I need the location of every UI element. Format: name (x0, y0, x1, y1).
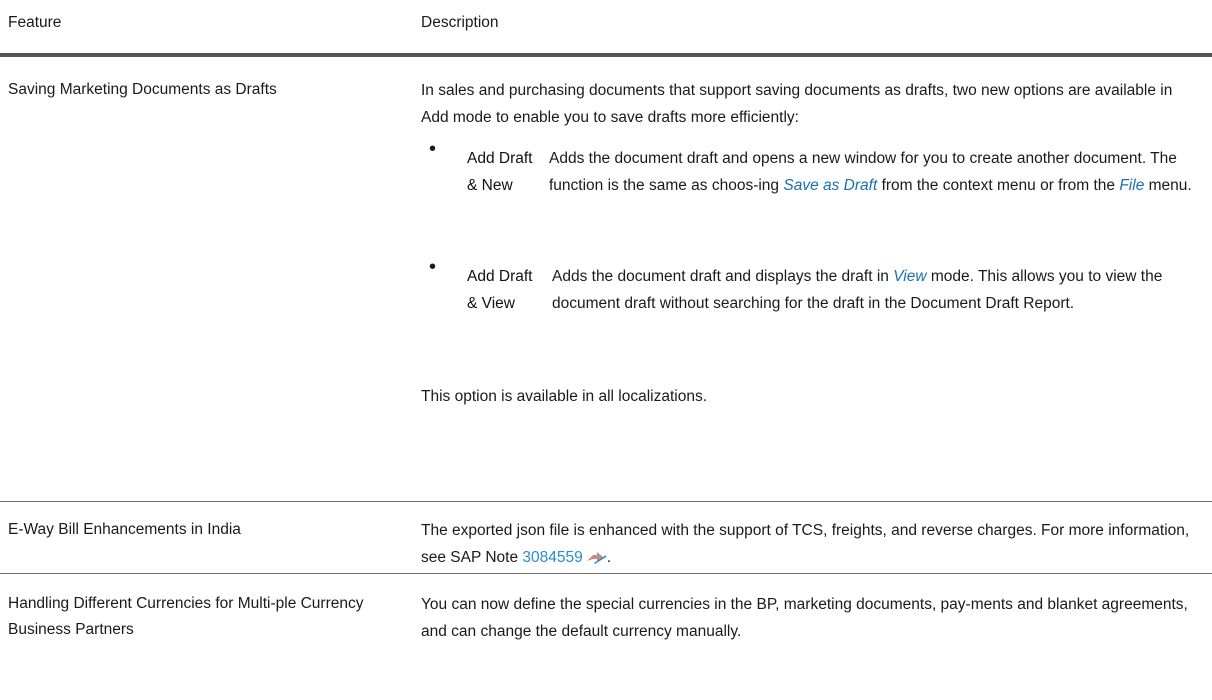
option-description: Adds the document draft and opens a new … (549, 145, 1199, 199)
note-text: This option is available in all localiza… (421, 388, 708, 405)
ui-term-file: File (1119, 177, 1145, 194)
bullet-icon: • (429, 138, 437, 160)
description-cell: You can now define the special currencie… (421, 596, 1188, 640)
description-text: . (606, 549, 612, 566)
option-text: from the context menu or from the (877, 177, 1120, 194)
description-cell: The exported json file is enhanced with … (421, 517, 1201, 571)
option-term: Add Draft & View (467, 268, 533, 312)
option-text: menu. (1144, 177, 1192, 194)
options-list: • Add Draft & New Adds the document draf… (421, 139, 1202, 383)
ui-term-view: View (893, 268, 927, 285)
table-header: Feature Description (0, 0, 1212, 57)
ui-term-save-as-draft: Save as Draft (783, 177, 878, 194)
external-link-icon[interactable] (585, 551, 607, 565)
feature-cell: E-Way Bill Enhancements in India (8, 521, 241, 538)
table-row: E-Way Bill Enhancements in India The exp… (0, 502, 1212, 574)
feature-cell: Saving Marketing Documents as Drafts (8, 81, 277, 98)
table-row: Handling Different Currencies for Multi-… (0, 574, 1212, 700)
header-feature: Feature (8, 14, 62, 31)
description-cell: In sales and purchasing documents that s… (421, 77, 1201, 410)
sap-note-link[interactable]: 3084559 (522, 549, 582, 566)
intro-text: In sales and purchasing documents that s… (421, 82, 1173, 126)
option-description: Adds the document draft and displays the… (552, 263, 1202, 317)
header-description: Description (421, 14, 499, 31)
option-text: Adds the document draft and displays the… (552, 268, 894, 285)
feature-table: Feature Description Saving Marketing Doc… (0, 0, 1212, 700)
list-item: • Add Draft & New Adds the document draf… (421, 139, 1201, 263)
feature-cell: Handling Different Currencies for Multi-… (8, 595, 364, 638)
bullet-icon: • (429, 256, 437, 278)
table-row: Saving Marketing Documents as Drafts In … (0, 57, 1212, 502)
list-item: • Add Draft & View Adds the document dra… (421, 257, 1202, 383)
option-term: Add Draft & New (467, 150, 533, 194)
